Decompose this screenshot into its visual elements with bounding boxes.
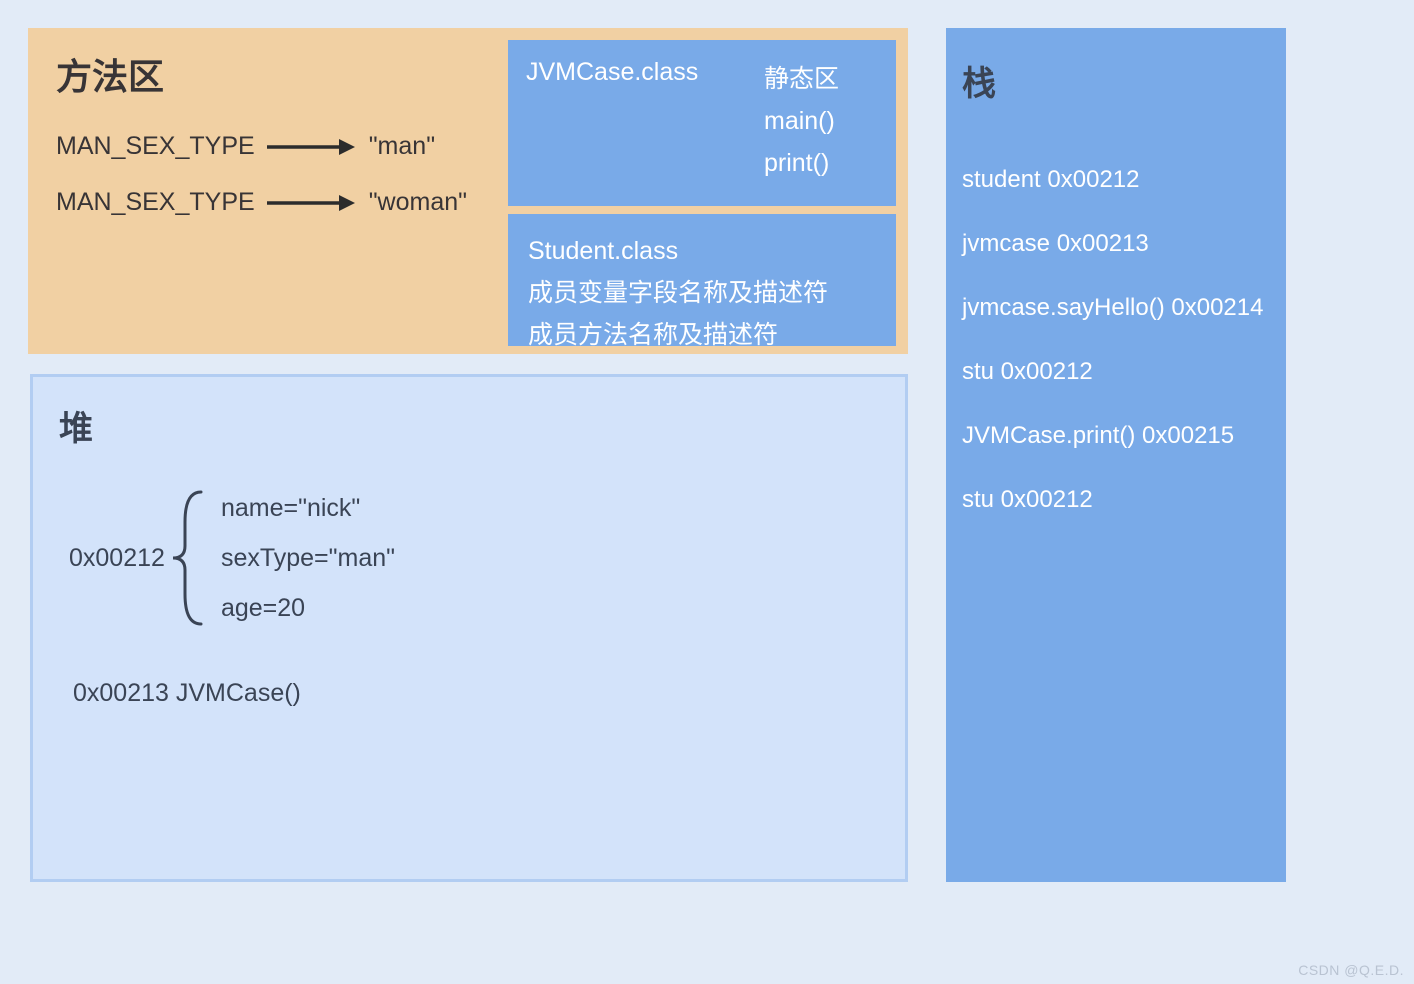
heap-panel: 堆 0x00212 name="nick" sexType="man" age=… <box>30 374 908 882</box>
student-note: 成员方法名称及描述符 <box>528 314 876 356</box>
constant-key: MAN_SEX_TYPE <box>56 132 255 161</box>
brace-icon <box>171 488 207 628</box>
heap-object-field: name="nick" <box>221 483 395 533</box>
method-area-title: 方法区 <box>56 48 164 100</box>
student-note: 成员变量字段名称及描述符 <box>528 272 876 314</box>
student-class-box: Student.class 成员变量字段名称及描述符 成员方法名称及描述符 <box>508 214 896 346</box>
heap-object-address: 0x00212 <box>69 544 165 573</box>
stack-item: JVMCase.print() 0x00215 <box>962 404 1263 468</box>
static-area-label: 静态区 <box>764 58 839 100</box>
jvmcase-class-box: JVMCase.class 静态区 main() print() <box>508 40 896 206</box>
stack-item: jvmcase.sayHello() 0x00214 <box>962 276 1263 340</box>
jvmcase-method: main() <box>764 100 839 142</box>
constant-row: MAN_SEX_TYPE "man" <box>56 132 435 161</box>
heap-title: 堆 <box>59 401 93 450</box>
stack-item: stu 0x00212 <box>962 468 1263 532</box>
arrow-icon <box>265 135 355 159</box>
stack-item: stu 0x00212 <box>962 340 1263 404</box>
constant-value: "woman" <box>369 188 467 217</box>
stack-panel: 栈 student 0x00212 jvmcase 0x00213 jvmcas… <box>946 28 1286 882</box>
jvmcase-method: print() <box>764 142 839 184</box>
constant-row: MAN_SEX_TYPE "woman" <box>56 188 467 217</box>
constant-value: "man" <box>369 132 435 161</box>
arrow-icon <box>265 191 355 215</box>
heap-object-field: sexType="man" <box>221 533 395 583</box>
stack-item: student 0x00212 <box>962 148 1263 212</box>
jvmcase-class-name: JVMCase.class <box>526 58 698 87</box>
constant-key: MAN_SEX_TYPE <box>56 188 255 217</box>
stack-title: 栈 <box>962 56 996 105</box>
heap-object-line: 0x00213 JVMCase() <box>73 679 301 708</box>
heap-object-row: 0x00212 name="nick" sexType="man" age=20 <box>69 483 395 633</box>
watermark: CSDN @Q.E.D. <box>1298 962 1404 978</box>
stack-item: jvmcase 0x00213 <box>962 212 1263 276</box>
method-area-panel: 方法区 MAN_SEX_TYPE "man" MAN_SEX_TYPE "wom… <box>28 28 908 354</box>
heap-object-field: age=20 <box>221 583 395 633</box>
student-class-name: Student.class <box>528 230 876 272</box>
